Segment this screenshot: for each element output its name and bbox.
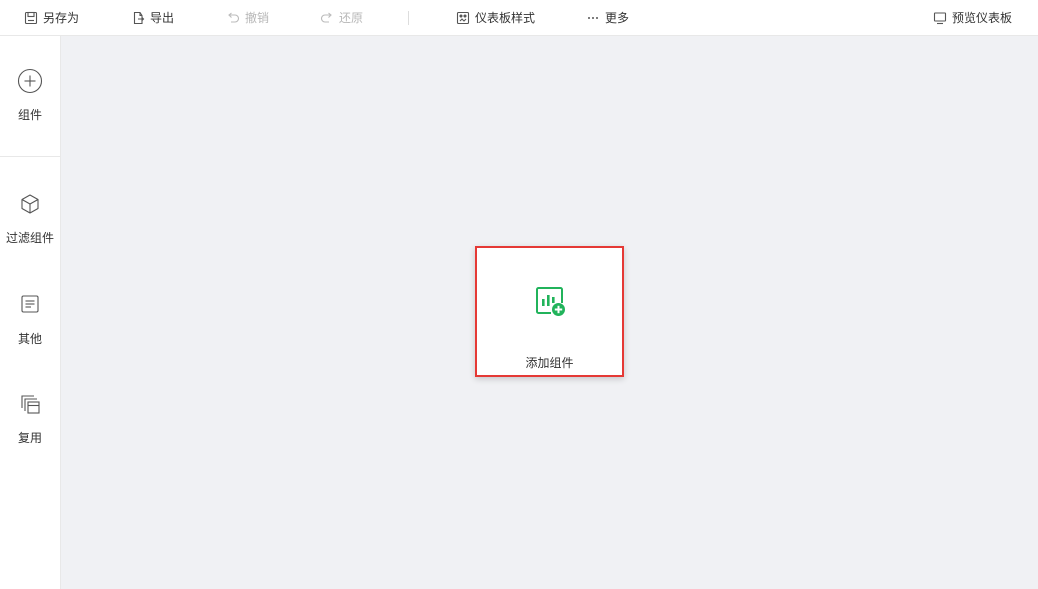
monitor-icon <box>933 11 947 25</box>
top-toolbar: 另存为 导出 撤销 还原 仪表板样式 更多 预览仪表板 <box>0 0 1038 36</box>
redo-button[interactable]: 还原 <box>320 0 363 35</box>
ellipsis-icon <box>586 11 600 25</box>
redo-icon <box>320 11 334 25</box>
chart-add-icon <box>533 284 567 321</box>
toolbar-divider <box>408 11 409 25</box>
preview-dashboard-label: 预览仪表板 <box>952 11 1013 25</box>
sidebar-item-reuse[interactable]: 复用 <box>0 393 60 446</box>
sidebar-item-components[interactable]: 组件 <box>0 68 60 123</box>
add-component-label: 添加组件 <box>525 356 574 370</box>
more-label: 更多 <box>605 11 630 25</box>
export-button[interactable]: 导出 <box>131 0 174 35</box>
sidebar-item-filter-components[interactable]: 过滤组件 <box>0 193 60 246</box>
dashboard-style-button[interactable]: 仪表板样式 <box>456 0 535 35</box>
document-icon <box>20 294 40 314</box>
sidebar-divider <box>0 156 60 157</box>
sidebar-item-label: 过滤组件 <box>5 231 54 245</box>
more-button[interactable]: 更多 <box>586 0 629 35</box>
sidebar-item-label: 复用 <box>17 431 42 445</box>
undo-button[interactable]: 撤销 <box>226 0 269 35</box>
sidebar-item-label: 组件 <box>17 108 42 122</box>
sidebar-item-other[interactable]: 其他 <box>0 294 60 347</box>
redo-label: 还原 <box>339 11 364 25</box>
palette-icon <box>456 11 470 25</box>
save-as-button[interactable]: 另存为 <box>24 0 79 35</box>
plus-circle-icon <box>17 68 43 94</box>
sidebar-item-label: 其他 <box>17 332 42 346</box>
undo-label: 撤销 <box>245 11 270 25</box>
add-component-card[interactable]: 添加组件 <box>475 246 624 377</box>
save-icon <box>24 11 38 25</box>
undo-icon <box>226 11 240 25</box>
export-label: 导出 <box>150 11 175 25</box>
layers-icon <box>19 393 41 415</box>
export-icon <box>131 11 145 25</box>
dashboard-style-label: 仪表板样式 <box>475 11 536 25</box>
dashboard-canvas: 添加组件 <box>61 36 1038 589</box>
left-sidebar: 组件 过滤组件 其他 复用 <box>0 36 61 589</box>
cube-icon <box>19 193 41 215</box>
preview-dashboard-button[interactable]: 预览仪表板 <box>933 0 1012 35</box>
save-as-label: 另存为 <box>43 11 80 25</box>
